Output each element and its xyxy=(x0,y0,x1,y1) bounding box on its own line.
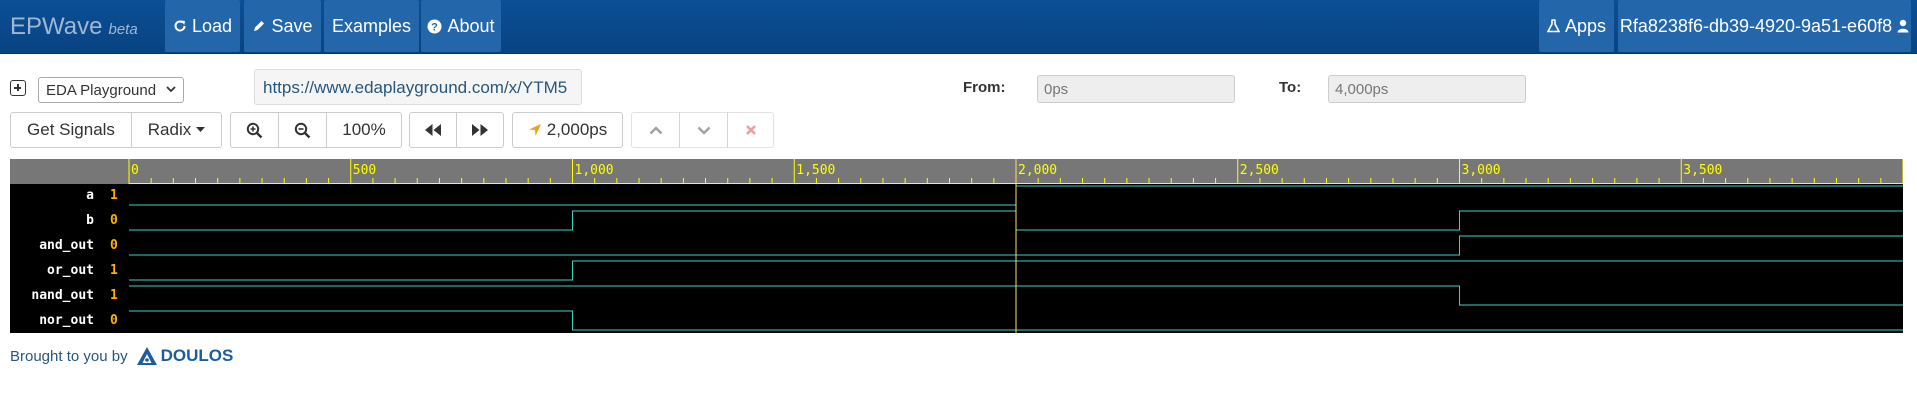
radix-button[interactable]: Radix xyxy=(131,112,222,148)
save-label: Save xyxy=(271,15,313,36)
svg-text:?: ? xyxy=(432,21,439,33)
doulos-logo-icon xyxy=(136,347,157,365)
apps-button[interactable]: Apps xyxy=(1539,0,1614,52)
next-edge-button[interactable] xyxy=(456,112,504,148)
close-icon xyxy=(745,125,756,135)
apps-label: Apps xyxy=(1564,15,1607,36)
source-select[interactable]: EDA Playground xyxy=(38,77,184,103)
save-button[interactable]: Save xyxy=(244,0,321,52)
source-select-value: EDA Playground xyxy=(46,82,157,99)
examples-button[interactable]: Examples xyxy=(324,0,419,52)
chevron-up-icon xyxy=(649,125,662,134)
caret-down-icon xyxy=(196,127,206,132)
refresh-icon xyxy=(174,20,186,32)
move-down-button[interactable] xyxy=(679,112,728,148)
top-navbar: EPWave beta Load Save Examples ? About Ap… xyxy=(0,0,1917,54)
brand-name: EPWave xyxy=(10,13,103,40)
chevron-down-icon xyxy=(166,86,176,93)
ruler-ticks: 0 500 1,000 1,500 2,000 2,500 3,000 3,500 xyxy=(128,159,1903,184)
load-button[interactable]: Load xyxy=(165,0,240,52)
to-input[interactable]: 4,000ps xyxy=(1328,75,1526,103)
waveform-panel[interactable]: a 1 b 0 and_out 0 or_out 1 nand_out 1 no… xyxy=(10,184,1903,333)
move-up-button[interactable] xyxy=(631,112,680,148)
ruler-tick-label: 0 xyxy=(131,163,139,178)
cursor-time-label: 2,000ps xyxy=(546,120,608,139)
ruler-tick-label: 3,000 xyxy=(1462,163,1501,178)
time-ruler[interactable]: 0 500 1,000 1,500 2,000 2,500 3,000 3,500 xyxy=(10,159,1903,184)
flask-icon xyxy=(1546,19,1560,33)
about-button[interactable]: ? About xyxy=(421,0,501,52)
ruler-tick-label: 500 xyxy=(353,163,376,178)
user-label: Rfa8238f6-db39-4920-9a51-e60f8 xyxy=(1619,15,1893,36)
from-label: From: xyxy=(963,79,1006,96)
app-brand[interactable]: EPWave beta xyxy=(10,13,138,41)
expand-plus-icon[interactable] xyxy=(10,80,26,96)
zoom-level[interactable]: 100% xyxy=(326,112,402,148)
user-icon xyxy=(1897,19,1909,33)
user-menu-button[interactable]: Rfa8238f6-db39-4920-9a51-e60f8 xyxy=(1618,0,1911,52)
location-arrow-icon xyxy=(528,124,541,136)
zoom-in-icon xyxy=(246,122,263,138)
load-label: Load xyxy=(191,15,233,36)
ruler-tick-label: 2,000 xyxy=(1018,163,1057,178)
remove-signal-button[interactable] xyxy=(727,112,774,148)
zoom-in-button[interactable] xyxy=(230,112,279,148)
cursor-time-button[interactable]: 2,000ps xyxy=(512,112,623,148)
pencil-icon xyxy=(254,21,265,31)
footer: Brought to you by DOULOS xyxy=(10,346,233,366)
ruler-tick-label: 1,000 xyxy=(575,163,614,178)
share-url[interactable]: https://www.edaplayground.com/x/YTM5 xyxy=(254,69,582,105)
about-label: About xyxy=(447,15,495,36)
from-input[interactable]: 0ps xyxy=(1037,75,1235,103)
examples-label: Examples xyxy=(331,15,412,36)
get-signals-button[interactable]: Get Signals xyxy=(10,112,132,148)
waveform-traces xyxy=(129,184,1903,333)
doulos-logo[interactable]: DOULOS xyxy=(136,346,234,366)
question-circle-icon: ? xyxy=(427,19,442,33)
to-label: To: xyxy=(1279,79,1302,96)
ruler-tick-label: 2,500 xyxy=(1240,163,1279,178)
chevron-down-icon xyxy=(697,126,710,135)
zoom-out-icon xyxy=(294,122,311,138)
doulos-logo-text: DOULOS xyxy=(160,346,234,365)
backward-icon xyxy=(425,124,441,136)
footer-text: Brought to you by xyxy=(10,347,128,365)
ruler-tick-label: 3,500 xyxy=(1683,163,1722,178)
ruler-tick-label: 1,500 xyxy=(796,163,835,178)
forward-icon xyxy=(472,124,488,136)
radix-label: Radix xyxy=(147,120,192,139)
previous-edge-button[interactable] xyxy=(409,112,457,148)
zoom-out-button[interactable] xyxy=(278,112,327,148)
brand-beta: beta xyxy=(108,21,138,38)
